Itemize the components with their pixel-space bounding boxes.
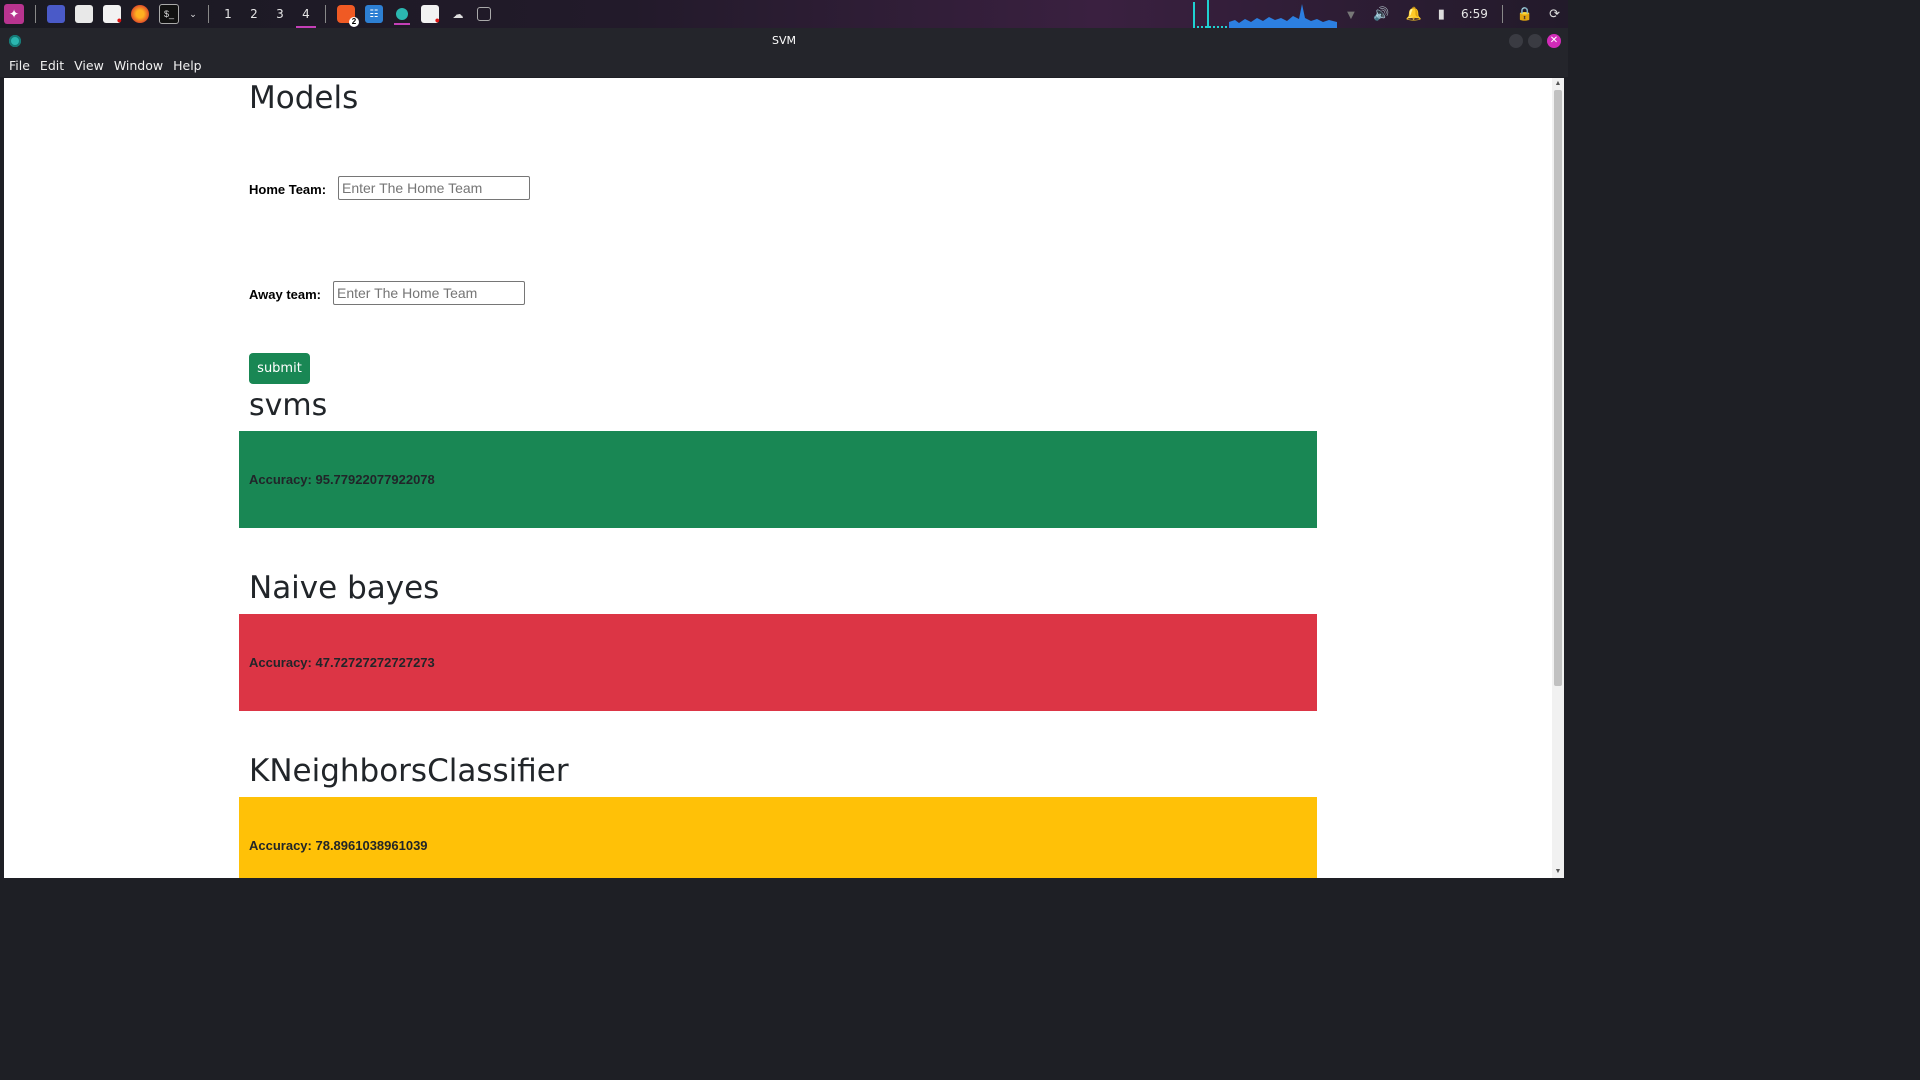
- file-manager-icon[interactable]: [75, 5, 93, 23]
- screenshot-icon[interactable]: ☁: [449, 5, 467, 23]
- volume-icon[interactable]: 🔊: [1373, 6, 1389, 22]
- away-team-input[interactable]: [333, 281, 525, 305]
- model-heading-kneighbors: KNeighborsClassifier: [249, 753, 569, 789]
- notification-bell-icon[interactable]: 🔔: [1406, 6, 1422, 22]
- brave-badge: 2: [349, 17, 359, 27]
- workspace-1[interactable]: 1: [215, 0, 241, 28]
- svms-result-box: Accuracy: 95.77922077922078: [239, 431, 1317, 528]
- menu-edit[interactable]: Edit: [40, 58, 64, 73]
- lock-icon[interactable]: 🔒: [1517, 6, 1533, 22]
- system-tray: ▼ 🔊 🔔 ▮ 6:59 🔒 ⟳: [1192, 0, 1568, 28]
- clock[interactable]: 6:59: [1461, 7, 1488, 21]
- svm-app-icon[interactable]: [394, 8, 410, 25]
- document-icon[interactable]: ●: [421, 5, 440, 25]
- wifi-icon[interactable]: ▼: [1345, 7, 1358, 22]
- taskbar-separator: [1501, 5, 1503, 23]
- taskbar: ✦ ● $_ ⌄ 1 2 3 4 2 ☷ ● ☁ ▼ 🔊 🔔 ▮ 6:59 🔒 …: [0, 0, 1568, 28]
- away-team-label: Away team:: [249, 287, 322, 302]
- brave-browser-icon[interactable]: 2: [337, 5, 359, 27]
- desktop-icon[interactable]: [47, 5, 65, 23]
- naive-bayes-result-box: Accuracy: 47.72727272727273: [239, 614, 1317, 711]
- network-graph: [1228, 0, 1337, 28]
- scroll-thumb[interactable]: [1554, 90, 1562, 686]
- menu-file[interactable]: File: [9, 58, 30, 73]
- kali-menu-icon[interactable]: ✦: [4, 4, 24, 24]
- menubar: File Edit View Window Help: [0, 54, 1568, 77]
- chevron-down-icon[interactable]: ⌄: [189, 5, 197, 23]
- model-heading-svms: svms: [249, 388, 328, 423]
- window-title: SVM: [772, 34, 796, 47]
- network-graph-svg: [1228, 4, 1337, 28]
- vertical-scrollbar[interactable]: ▲ ▼: [1552, 78, 1564, 878]
- page-title: Models: [249, 80, 359, 116]
- menu-view[interactable]: View: [74, 58, 104, 73]
- close-icon: ✕: [1549, 35, 1559, 46]
- terminal-icon[interactable]: $_: [159, 4, 179, 24]
- close-button[interactable]: ✕: [1547, 34, 1561, 48]
- workspace-4[interactable]: 4: [293, 0, 319, 28]
- scroll-up-icon[interactable]: ▲: [1554, 80, 1562, 88]
- editor-app-icon[interactable]: ☷: [365, 5, 383, 23]
- minimize-button[interactable]: [1509, 34, 1523, 48]
- power-icon[interactable]: ⟳: [1549, 6, 1560, 22]
- naive-bayes-accuracy: Accuracy: 47.72727272727273: [249, 655, 435, 670]
- maximize-button[interactable]: [1528, 34, 1542, 48]
- workspace-3[interactable]: 3: [267, 0, 293, 28]
- workspace-2[interactable]: 2: [241, 0, 267, 28]
- scroll-down-icon[interactable]: ▼: [1554, 868, 1562, 876]
- taskbar-separator: [35, 5, 36, 23]
- cpu-graph: [1192, 0, 1229, 28]
- model-heading-naive-bayes: Naive bayes: [249, 570, 440, 606]
- taskbar-separator: [208, 5, 209, 23]
- text-editor-icon[interactable]: ●: [103, 5, 122, 25]
- taskbar-separator: [325, 5, 326, 23]
- svms-accuracy: Accuracy: 95.77922077922078: [249, 472, 435, 487]
- menu-help[interactable]: Help: [173, 58, 202, 73]
- firefox-icon[interactable]: [131, 5, 149, 23]
- battery-icon[interactable]: ▮: [1438, 6, 1445, 22]
- window-titlebar[interactable]: SVM ✕: [0, 28, 1568, 54]
- home-team-input[interactable]: [338, 176, 530, 200]
- kneighbors-result-box: Accuracy: 78.8961038961039: [239, 797, 1317, 878]
- menu-window[interactable]: Window: [114, 58, 163, 73]
- submit-button[interactable]: submit: [249, 353, 310, 384]
- page-content: Models Home Team: Away team: submit svms…: [4, 78, 1552, 878]
- home-team-label: Home Team:: [249, 182, 327, 197]
- terminal-window-icon[interactable]: [477, 7, 491, 21]
- kneighbors-accuracy: Accuracy: 78.8961038961039: [249, 838, 428, 853]
